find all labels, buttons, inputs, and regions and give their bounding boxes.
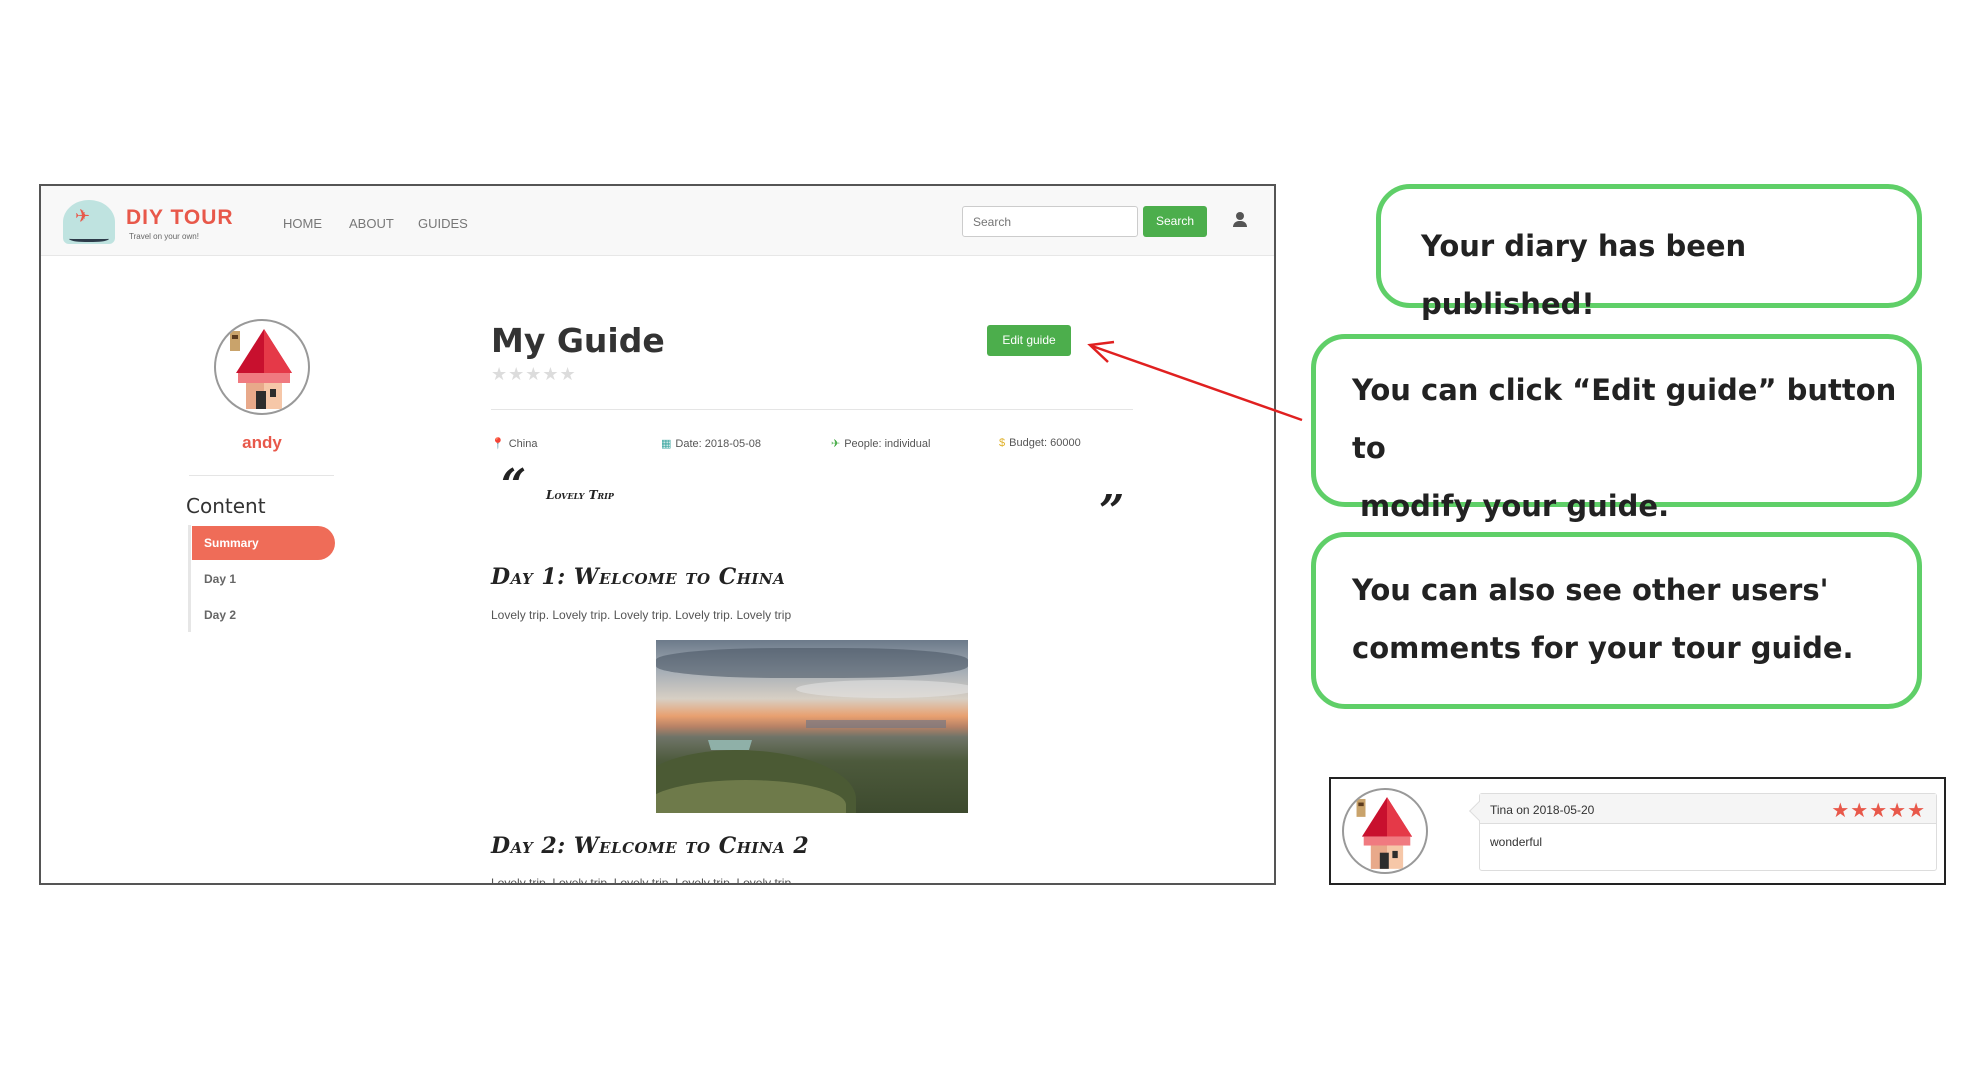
callout-published: Your diary has been published! — [1376, 184, 1922, 321]
pagoda-avatar-icon — [1356, 797, 1413, 869]
meta-location: 📍 China — [491, 438, 538, 450]
callout-edit-guide: You can click “Edit guide” button to mod… — [1311, 334, 1922, 523]
meta-people: ✈ People: individual — [831, 438, 931, 450]
comment-rating-stars: ★★★★★ — [1831, 800, 1926, 822]
nav-home[interactable]: HOME — [283, 216, 322, 231]
day-1-text: Lovely trip. Lovely trip. Lovely trip. L… — [491, 608, 792, 622]
callout-edit-line-1: You can click “Edit guide” button to — [1352, 373, 1897, 465]
top-navbar: ✈ DIY TOUR Travel on your own! HOME ABOU… — [41, 186, 1274, 256]
meta-date: ▦ Date: 2018-05-08 — [661, 438, 762, 450]
comment-author: Tina on 2018-05-20 — [1490, 803, 1595, 817]
comment-body: wonderful — [1490, 835, 1543, 849]
day-1-title: Day 1: Welcome to China — [491, 564, 786, 590]
user-icon[interactable] — [1233, 212, 1247, 228]
callout-comments-line-1: You can also see other users' — [1352, 573, 1829, 607]
commenter-avatar[interactable] — [1342, 788, 1428, 874]
globe-plane-icon: ✈ — [63, 200, 115, 244]
logo-subtitle: Travel on your own! — [129, 232, 199, 241]
map-pin-icon: 📍 — [491, 438, 505, 450]
comment-card: Tina on 2018-05-20 ★★★★★ wonderful — [1469, 793, 1937, 871]
callout-edit-line-2: modify your guide. — [1360, 489, 1670, 523]
comment-snippet: Tina on 2018-05-20 ★★★★★ wonderful — [1329, 777, 1946, 885]
sidebar-item-day-1[interactable]: Day 1 — [192, 562, 335, 596]
nav-guides[interactable]: GUIDES — [418, 216, 468, 231]
dollar-icon: $ — [999, 437, 1006, 449]
quote-close-mark: ” — [1099, 486, 1125, 537]
day-2-title: Day 2: Welcome to China 2 — [491, 833, 810, 859]
username[interactable]: andy — [214, 433, 310, 453]
sidebar-item-day-2[interactable]: Day 2 — [192, 598, 335, 632]
edit-guide-button[interactable]: Edit guide — [987, 325, 1071, 356]
search-input[interactable] — [962, 206, 1138, 237]
callout-comments: You can also see other users' comments f… — [1311, 532, 1922, 709]
calendar-icon: ▦ — [661, 438, 672, 450]
sidebar-rail — [188, 525, 191, 632]
guide-quote: Lovely Trip — [546, 488, 614, 502]
divider — [189, 475, 334, 476]
plane-icon: ✈ — [831, 438, 841, 450]
meta-budget: $ Budget: 60000 — [999, 437, 1081, 449]
guide-rating-stars[interactable]: ★★★★★ — [491, 364, 577, 385]
app-screenshot: ✈ DIY TOUR Travel on your own! HOME ABOU… — [39, 184, 1276, 885]
day-2-text: Lovely trip. Lovely trip. Lovely trip. L… — [491, 876, 792, 885]
callout-published-text: Your diary has been published! — [1421, 229, 1747, 321]
search-button[interactable]: Search — [1143, 206, 1207, 237]
content-heading: Content — [186, 494, 266, 518]
logo-title: DIY TOUR — [126, 206, 234, 229]
sidebar-item-summary[interactable]: Summary — [192, 526, 335, 560]
nav-about[interactable]: ABOUT — [349, 216, 394, 231]
page-title: My Guide — [491, 321, 665, 360]
comment-header: Tina on 2018-05-20 ★★★★★ — [1480, 794, 1936, 824]
callout-comments-line-2: comments for your tour guide. — [1352, 631, 1854, 665]
quote-open-mark: “ — [501, 460, 527, 511]
divider — [491, 409, 1133, 410]
day-1-photo — [656, 640, 968, 813]
pagoda-avatar-icon — [230, 329, 292, 409]
arrow-pointer — [1087, 340, 1303, 422]
logo[interactable]: ✈ DIY TOUR Travel on your own! — [63, 200, 273, 244]
avatar[interactable] — [214, 319, 310, 415]
